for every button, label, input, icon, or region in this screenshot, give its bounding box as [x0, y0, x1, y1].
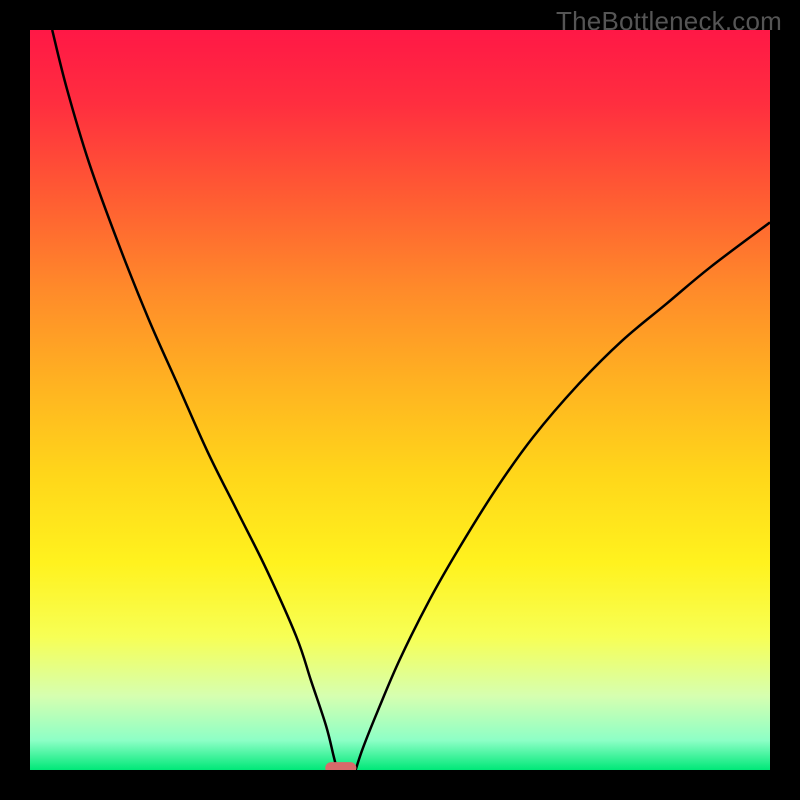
chart-frame: TheBottleneck.com — [0, 0, 800, 800]
plot-area — [30, 30, 770, 770]
optimum-marker — [325, 762, 356, 770]
chart-svg — [30, 30, 770, 770]
